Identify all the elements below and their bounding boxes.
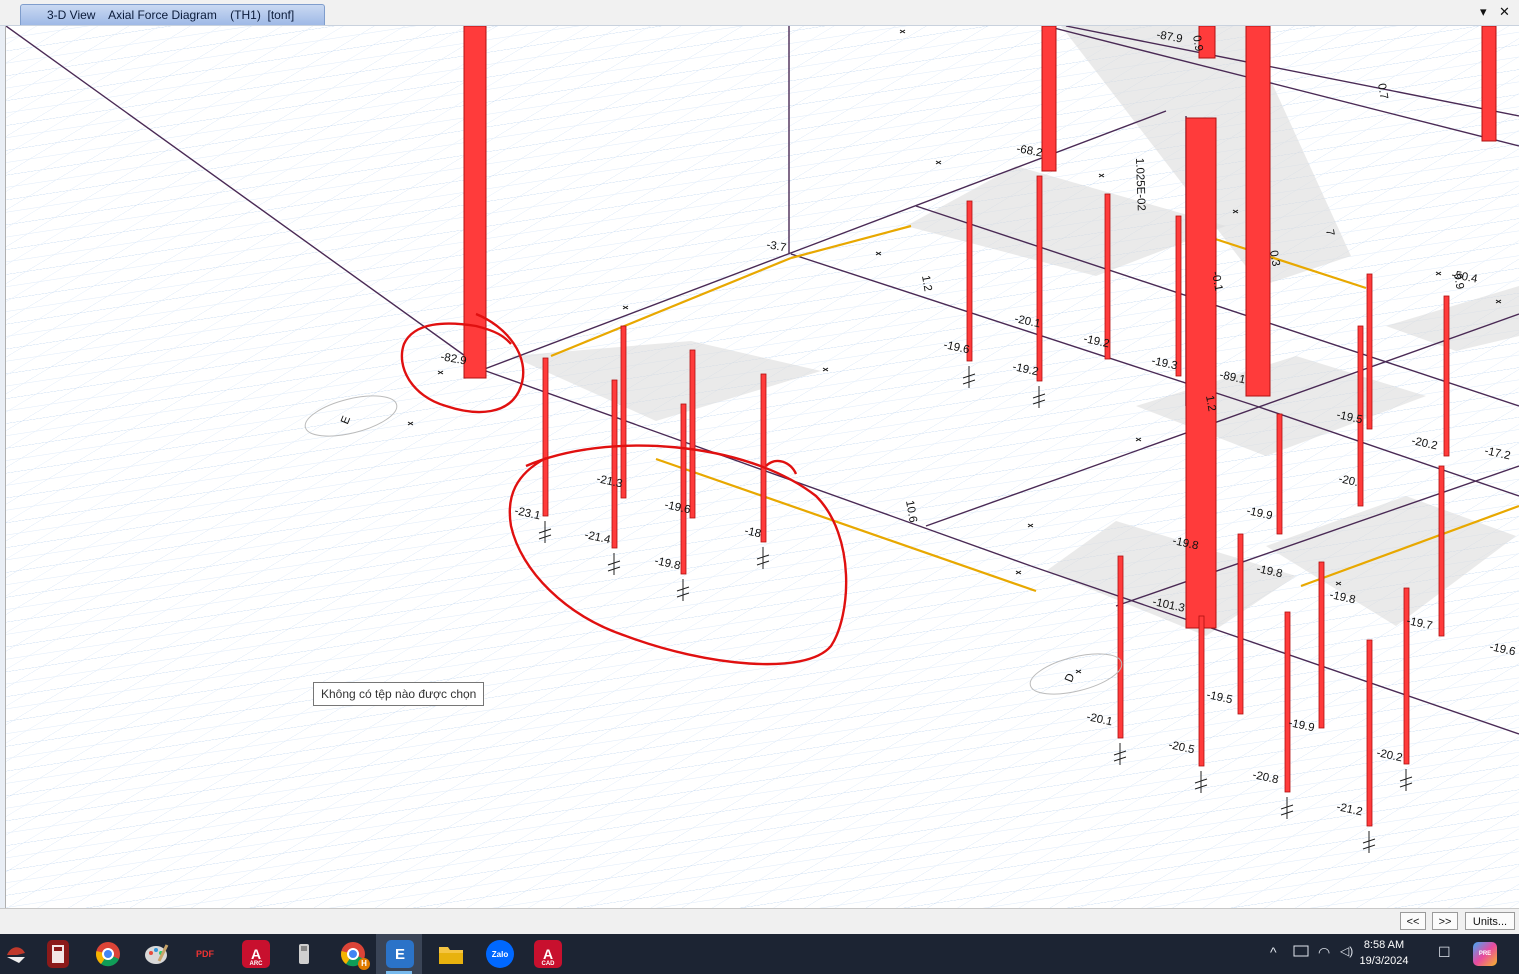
system-clock[interactable]: 8:58 AM 19/3/2024: [1358, 937, 1410, 969]
etabs-main-window: 3-D View Axial Force Diagram (TH1) [tonf…: [0, 0, 1519, 935]
previous-button[interactable]: <<: [1400, 912, 1426, 930]
file-explorer-icon[interactable]: [437, 940, 465, 968]
calculator-icon[interactable]: [47, 940, 69, 968]
notification-icon[interactable]: ☐: [1438, 944, 1451, 961]
pdf-icon[interactable]: PDF: [191, 940, 219, 968]
file-tooltip: Không có tệp nào được chọn: [313, 682, 485, 706]
autocad-arc-icon[interactable]: A ARC: [242, 940, 270, 968]
volume-icon[interactable]: ◁): [1340, 944, 1353, 958]
autocad-arc-letter: A: [250, 946, 262, 962]
autocad-letter: A: [542, 946, 554, 962]
tab-3d-view[interactable]: 3-D View Axial Force Diagram (TH1) [tonf…: [20, 4, 325, 25]
chrome-icon[interactable]: [94, 940, 122, 968]
model-3d-viewport[interactable]: E D -82.9 -3.7 -23.1 -21.4 -19.8 -19.6 -…: [5, 26, 1519, 908]
next-button[interactable]: >>: [1432, 912, 1458, 930]
autocad-icon[interactable]: A CAD: [534, 940, 562, 968]
zalo-icon[interactable]: Zalo: [486, 940, 514, 968]
wifi-icon[interactable]: ◠: [1318, 944, 1330, 961]
autocad-sublabel: CAD: [541, 961, 555, 967]
profile-badge: H: [358, 958, 370, 970]
tray-app-icon[interactable]: [1293, 944, 1309, 961]
autocad-arc-sublabel: ARC: [249, 961, 263, 967]
usb-drive-icon[interactable]: [290, 940, 318, 968]
axial-force-diagram: E D -82.9 -3.7 -23.1 -21.4 -19.8 -19.6 -…: [6, 26, 1519, 908]
chrome-profile-icon[interactable]: H: [339, 940, 370, 970]
etabs-icon[interactable]: E: [386, 940, 414, 968]
status-bar: << >> Units...: [0, 908, 1519, 935]
window-menu-icon[interactable]: ▾: [1480, 4, 1487, 20]
close-icon[interactable]: ✕: [1499, 4, 1510, 20]
clock-time: 8:58 AM: [1363, 939, 1405, 951]
copilot-icon[interactable]: PRE: [1473, 942, 1497, 966]
force-label: 1.025E-02: [1133, 158, 1147, 211]
document-tab-bar: 3-D View Axial Force Diagram (TH1) [tonf…: [0, 0, 1519, 26]
windows-taskbar: PDF A ARC H E Zalo A CAD ^ ◠ ◁) 8:58 AM …: [0, 934, 1519, 974]
tray-overflow-icon[interactable]: ^: [1270, 944, 1277, 960]
clock-date: 19/3/2024: [1359, 955, 1409, 967]
start-icon[interactable]: [2, 940, 30, 968]
paint-icon[interactable]: [142, 940, 170, 968]
units-button[interactable]: Units...: [1465, 912, 1515, 930]
